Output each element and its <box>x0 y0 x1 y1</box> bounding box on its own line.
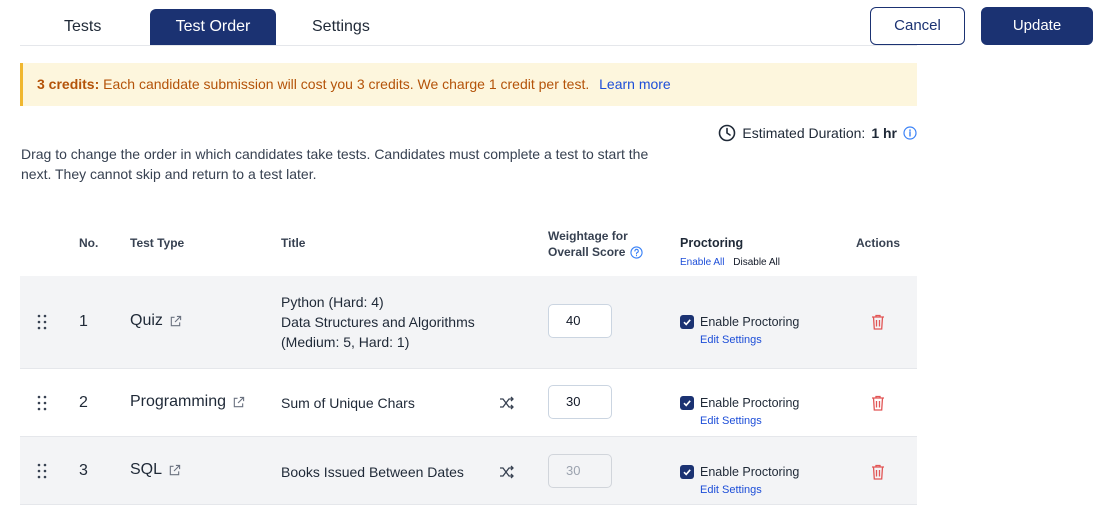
proctoring-cell: Enable Proctoring Edit Settings <box>680 465 799 496</box>
header-title: Title <box>281 236 306 250</box>
proctoring-checkbox[interactable] <box>680 396 694 410</box>
header-weightage-line2: Overall Score <box>548 245 626 259</box>
credits-count: 3 credits: <box>37 76 100 92</box>
cancel-button[interactable]: Cancel <box>870 7 965 45</box>
test-type: Quiz <box>130 312 182 330</box>
duration-value: 1 hr <box>871 125 897 141</box>
proctoring-label: Enable Proctoring <box>700 396 800 410</box>
delete-icon[interactable] <box>870 463 886 481</box>
header-proctoring: Proctoring <box>680 236 744 250</box>
disable-all-link[interactable]: Disable All <box>733 257 780 268</box>
header-weightage: Weightage for Overall Score <box>548 228 644 260</box>
tab-bar: Tests Test Order Settings <box>20 8 917 46</box>
tab-tests[interactable]: Tests <box>64 9 101 45</box>
edit-settings-link[interactable]: Edit Settings <box>700 415 799 427</box>
duration-label: Estimated Duration: <box>742 125 866 141</box>
proctoring-label: Enable Proctoring <box>700 465 800 479</box>
edit-settings-link[interactable]: Edit Settings <box>700 484 799 496</box>
test-title-line: (Medium: 5, Hard: 1) <box>281 334 410 350</box>
test-title: Python (Hard: 4) Data Structures and Alg… <box>281 292 475 352</box>
edit-settings-link[interactable]: Edit Settings <box>700 334 799 346</box>
tab-test-order[interactable]: Test Order <box>150 9 276 45</box>
proctoring-checkbox[interactable] <box>680 315 694 329</box>
clock-icon <box>719 124 736 142</box>
proctoring-cell: Enable Proctoring Edit Settings <box>680 396 799 427</box>
table-row: 3 SQL Books Issued Between Dates 30 Enab… <box>20 437 917 505</box>
header-weightage-line1: Weightage for <box>548 229 628 243</box>
help-icon[interactable] <box>630 245 644 259</box>
delete-icon[interactable] <box>870 394 886 412</box>
weightage-input: 30 <box>548 454 612 488</box>
test-type: SQL <box>130 461 181 479</box>
learn-more-link[interactable]: Learn more <box>599 76 671 92</box>
info-icon[interactable] <box>903 126 917 140</box>
tab-settings[interactable]: Settings <box>312 9 370 45</box>
test-type-label: SQL <box>130 461 163 478</box>
proctoring-checkbox[interactable] <box>680 465 694 479</box>
delete-icon[interactable] <box>870 313 886 331</box>
test-title-line: Data Structures and Algorithms <box>281 314 475 330</box>
row-number: 2 <box>79 394 88 411</box>
header-test-type: Test Type <box>130 236 185 250</box>
checkmark-icon <box>683 319 691 326</box>
external-link-icon[interactable] <box>169 315 182 328</box>
external-link-icon[interactable] <box>168 464 181 477</box>
proctoring-cell: Enable Proctoring Edit Settings <box>680 315 799 346</box>
checkmark-icon <box>683 469 691 476</box>
drag-handle-icon[interactable] <box>36 314 48 330</box>
table-row: 2 Programming Sum of Unique Chars 30 Ena… <box>20 369 917 437</box>
credits-banner: 3 credits: Each candidate submission wil… <box>20 63 917 106</box>
test-title-line: Python (Hard: 4) <box>281 294 384 310</box>
drag-handle-icon[interactable] <box>36 463 48 479</box>
test-type: Programming <box>130 393 245 411</box>
header-no: No. <box>79 236 99 250</box>
test-title: Books Issued Between Dates <box>281 464 464 480</box>
shuffle-icon[interactable] <box>499 395 515 411</box>
drag-handle-icon[interactable] <box>36 395 48 411</box>
order-description: Drag to change the order in which candid… <box>21 146 649 182</box>
header-actions: Actions <box>856 236 901 250</box>
weightage-input[interactable]: 30 <box>548 385 612 419</box>
table-row: 1 Quiz Python (Hard: 4) Data Structures … <box>20 276 917 369</box>
proctoring-label: Enable Proctoring <box>700 315 800 329</box>
update-button[interactable]: Update <box>981 7 1093 45</box>
weightage-input[interactable]: 40 <box>548 304 612 338</box>
credits-text: Each candidate submission will cost you … <box>103 76 590 92</box>
test-type-label: Programming <box>130 393 227 410</box>
enable-all-link[interactable]: Enable All <box>680 257 724 268</box>
estimated-duration: Estimated Duration: 1 hr <box>718 124 917 142</box>
test-type-label: Quiz <box>130 312 163 329</box>
row-number: 1 <box>79 313 88 330</box>
proctoring-bulk-links: Enable All Disable All <box>680 257 780 268</box>
row-number: 3 <box>79 462 88 479</box>
external-link-icon[interactable] <box>232 396 245 409</box>
test-title: Sum of Unique Chars <box>281 395 415 411</box>
checkmark-icon <box>683 400 691 407</box>
shuffle-icon[interactable] <box>499 464 515 480</box>
table-header: No. Test Type Title Weightage for Overal… <box>20 220 917 276</box>
